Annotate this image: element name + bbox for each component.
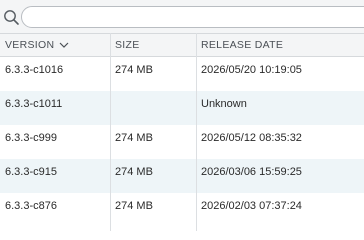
search-input[interactable] xyxy=(21,6,364,28)
cell-size: 274 MB xyxy=(115,200,153,212)
cell-size: 274 MB xyxy=(115,64,153,76)
cell-release-date: 2026/05/12 08:35:32 xyxy=(201,132,302,144)
cell-size: 274 MB xyxy=(115,166,153,178)
column-divider[interactable] xyxy=(110,33,111,231)
cell-size xyxy=(110,91,196,125)
cell-size: 274 MB xyxy=(115,132,153,144)
column-header-release-date[interactable]: RELEASE DATE xyxy=(196,34,364,56)
table-row[interactable]: 6.3.3-c876 274 MB 2026/02/03 07:37:24 xyxy=(0,193,364,227)
cell-release-date: 2026/02/03 07:37:24 xyxy=(201,200,302,212)
cell-version: 6.3.3-c876 xyxy=(5,200,57,212)
versions-table: VERSION SIZE RELEASE DATE 6.3.3-c1016 27… xyxy=(0,33,364,227)
table-header: VERSION SIZE RELEASE DATE xyxy=(0,33,364,57)
column-header-size[interactable]: SIZE xyxy=(110,34,196,56)
table-row[interactable]: 6.3.3-c1011 Unknown xyxy=(0,91,364,125)
cell-release-date: 2026/03/06 15:59:25 xyxy=(201,166,302,178)
cell-version: 6.3.3-c999 xyxy=(5,132,57,144)
cell-release-date: Unknown xyxy=(201,98,247,110)
search-bar xyxy=(0,0,364,33)
cell-version: 6.3.3-c915 xyxy=(5,166,57,178)
table-row[interactable]: 6.3.3-c915 274 MB 2026/03/06 15:59:25 xyxy=(0,159,364,193)
chevron-down-icon xyxy=(59,42,69,49)
cell-version: 6.3.3-c1016 xyxy=(5,64,64,76)
table-row[interactable]: 6.3.3-c999 274 MB 2026/05/12 08:35:32 xyxy=(0,125,364,159)
column-divider[interactable] xyxy=(196,33,197,231)
cell-release-date: 2026/05/20 10:19:05 xyxy=(201,64,302,76)
column-header-version[interactable]: VERSION xyxy=(0,34,110,56)
search-icon xyxy=(4,10,19,25)
table-row[interactable]: 6.3.3-c1016 274 MB 2026/05/20 10:19:05 xyxy=(0,57,364,91)
cell-version: 6.3.3-c1011 xyxy=(5,98,63,110)
